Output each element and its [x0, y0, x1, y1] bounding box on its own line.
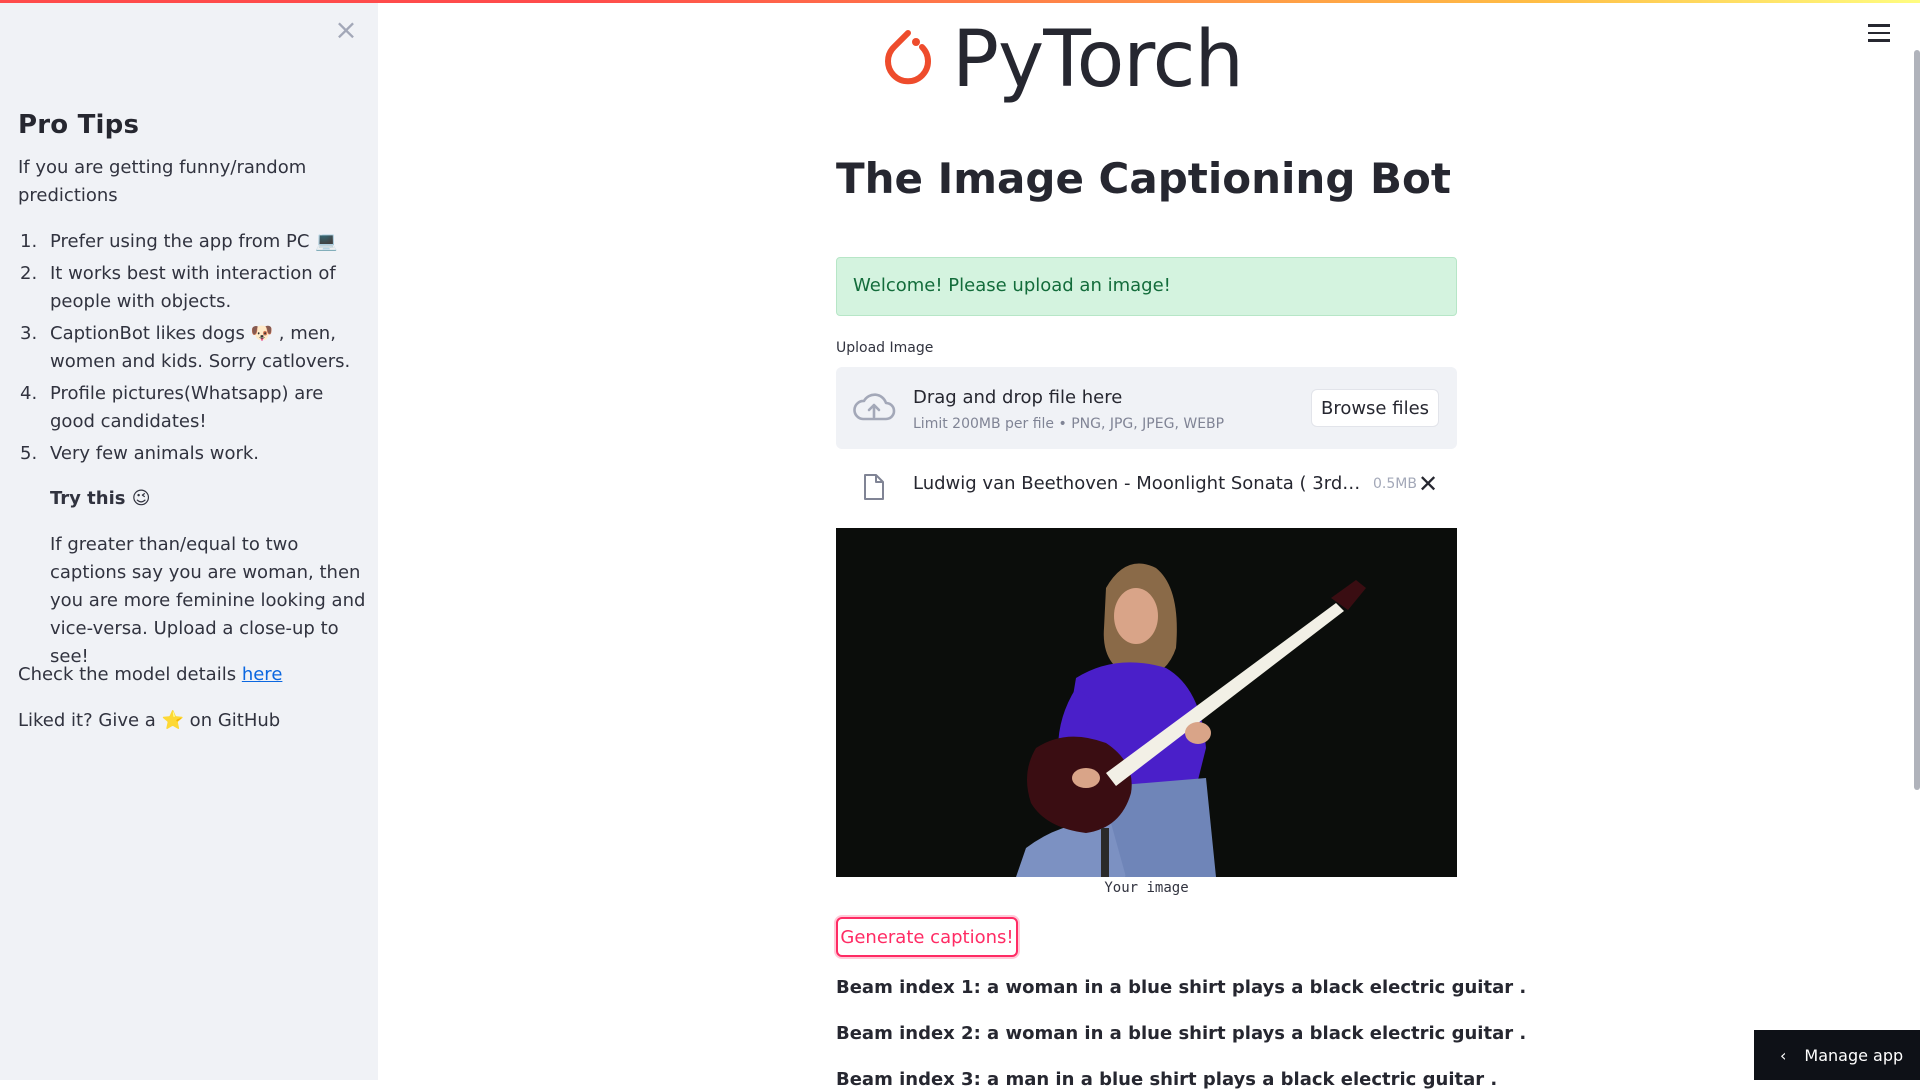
page-title: The Image Captioning Bot [836, 154, 1451, 203]
model-details-text: Check the model details here [18, 664, 283, 685]
model-details-link[interactable]: here [242, 664, 283, 685]
list-item: 4. Profile pictures(Whatsapp) are good c… [18, 380, 368, 436]
remove-file-icon[interactable]: ✕ [1416, 471, 1440, 497]
list-item: 2. It works best with interaction of peo… [18, 260, 368, 316]
hamburger-menu-icon[interactable] [1868, 24, 1890, 42]
list-number: 1. [20, 231, 38, 252]
uploaded-image [836, 528, 1457, 877]
manage-app-label: Manage app [1804, 1045, 1904, 1065]
list-item: 3. CaptionBot likes dogs 🐶 , men, women … [18, 320, 368, 376]
image-caption: Your image [1104, 880, 1189, 896]
list-text: CaptionBot likes dogs 🐶 , men, women and… [50, 320, 368, 376]
list-text: Prefer using the app from PC 💻 [50, 228, 368, 256]
logo-text: PyTorch [952, 15, 1244, 105]
try-this-heading: Try this 😉 [50, 485, 151, 513]
list-text: It works best with interaction of people… [50, 263, 336, 312]
sidebar-intro: If you are getting funny/random predicti… [18, 157, 307, 206]
pytorch-flame-icon [885, 30, 931, 85]
wink-icon: 😉 [131, 488, 151, 509]
list-number: 4. [20, 383, 38, 404]
beam-result: Beam index 2: a woman in a blue shirt pl… [836, 1023, 1527, 1044]
guitarist-photo-icon [836, 528, 1457, 877]
scrollbar[interactable] [1914, 50, 1920, 790]
list-text: Very few animals work. [50, 443, 260, 464]
beam-result: Beam index 1: a woman in a blue shirt pl… [836, 977, 1527, 998]
uploaded-file-row: Ludwig van Beethoven - Moonlight Sonata … [836, 465, 1457, 511]
browse-files-button[interactable]: Browse files [1311, 389, 1439, 427]
file-name: Ludwig van Beethoven - Moonlight Sonata … [913, 473, 1361, 494]
file-dropzone[interactable]: Drag and drop file here Limit 200MB per … [836, 367, 1457, 449]
list-text: Profile pictures(Whatsapp) are good cand… [50, 383, 324, 432]
list-number: 5. [20, 443, 38, 464]
success-alert: Welcome! Please upload an image! [836, 257, 1457, 316]
star-icon: ⭐ [161, 710, 184, 731]
tips-list: 1. Prefer using the app from PC 💻 2. It … [18, 228, 368, 472]
list-item: 5. Very few animals work. [18, 440, 368, 468]
list-number: 2. [20, 263, 38, 284]
dropzone-limit: Limit 200MB per file • PNG, JPG, JPEG, W… [913, 416, 1225, 432]
top-decoration-bar [0, 0, 1920, 3]
file-icon [864, 474, 884, 500]
try-this-description: If greater than/equal to two captions sa… [50, 534, 366, 667]
sidebar-title: Pro Tips [18, 110, 140, 140]
manage-app-button[interactable]: ‹ Manage app [1754, 1030, 1920, 1080]
cloud-upload-icon [853, 393, 896, 421]
github-star-text: Liked it? Give a ⭐ on GitHub [18, 707, 280, 735]
pytorch-logo: PyTorch [880, 14, 1244, 106]
dog-icon: 🐶 [250, 323, 274, 344]
generate-captions-button[interactable]: Generate captions! [836, 917, 1018, 957]
upload-label: Upload Image [836, 340, 934, 356]
sidebar: × Pro Tips If you are getting funny/rand… [0, 0, 378, 1080]
list-item: 1. Prefer using the app from PC 💻 [18, 228, 368, 256]
laptop-icon: 💻 [315, 231, 338, 252]
dropzone-title: Drag and drop file here [913, 387, 1123, 408]
list-number: 3. [20, 323, 38, 344]
close-sidebar-icon[interactable]: × [334, 16, 358, 44]
file-size: 0.5MB [1373, 476, 1417, 492]
chevron-left-icon: ‹ [1780, 1045, 1787, 1065]
